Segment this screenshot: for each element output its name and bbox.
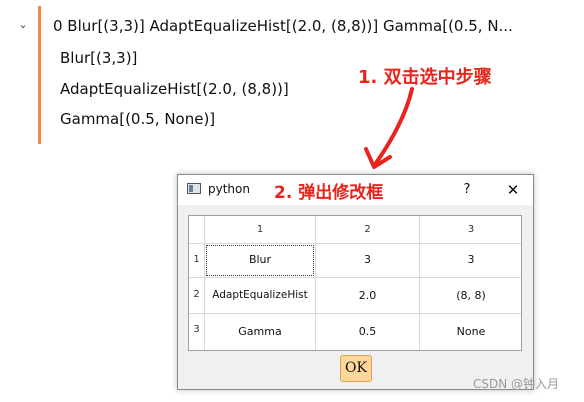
tree-child-blur[interactable]: Blur[(3,3)] — [60, 49, 137, 67]
pipeline-tree: ⌄ 0 Blur[(3,3)] AdaptEqualizeHist[(2.0, … — [0, 0, 584, 180]
cell-r3-c2[interactable]: 0.5 — [316, 325, 419, 338]
tree-child-adapt-equalize-hist[interactable]: AdaptEqualizeHist[(2.0, (8,8))] — [60, 80, 289, 98]
help-button[interactable]: ? — [454, 178, 480, 202]
edit-dialog: python ? ✕ 1 2 3 1 2 3 Blur 3 3 AdaptEqu… — [177, 174, 534, 390]
selection-indicator — [38, 6, 41, 144]
tree-root-item[interactable]: 0 Blur[(3,3)] AdaptEqualizeHist[(2.0, (8… — [53, 17, 523, 35]
chevron-down-icon[interactable]: ⌄ — [16, 18, 30, 32]
cell-r2-c2[interactable]: 2.0 — [316, 289, 419, 302]
params-table: 1 2 3 1 2 3 Blur 3 3 AdaptEqualizeHist 2… — [188, 215, 522, 351]
row-header-2[interactable]: 2 — [189, 289, 204, 300]
annotation-step2: 2. 弹出修改框 — [274, 183, 384, 203]
cell-r2-c1[interactable]: AdaptEqualizeHist — [205, 289, 315, 301]
annotation-arrow — [364, 87, 414, 169]
cell-r1-c3[interactable]: 3 — [420, 253, 522, 266]
column-header-1[interactable]: 1 — [205, 224, 315, 235]
cell-r1-c2[interactable]: 3 — [316, 253, 419, 266]
column-header-3[interactable]: 3 — [420, 224, 522, 235]
row-header-1[interactable]: 1 — [189, 254, 204, 265]
window-icon — [187, 183, 201, 194]
tree-child-gamma[interactable]: Gamma[(0.5, None)] — [60, 110, 215, 128]
dialog-title: python — [208, 182, 250, 196]
cell-r3-c3[interactable]: None — [420, 325, 522, 338]
watermark: CSDN @钟入月 — [473, 377, 560, 391]
cell-r1-c1[interactable]: Blur — [205, 253, 315, 266]
cell-r3-c1[interactable]: Gamma — [205, 325, 315, 338]
row-header-3[interactable]: 3 — [189, 324, 204, 335]
ok-button[interactable]: OK — [340, 355, 372, 382]
close-icon[interactable]: ✕ — [500, 178, 526, 202]
column-header-2[interactable]: 2 — [316, 224, 419, 235]
cell-r2-c3[interactable]: (8, 8) — [420, 289, 522, 302]
